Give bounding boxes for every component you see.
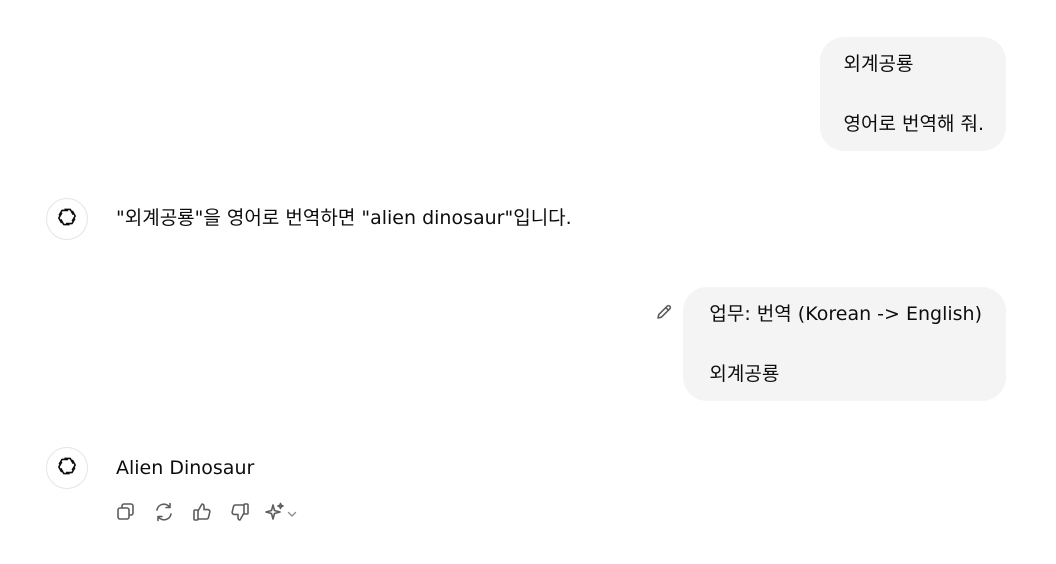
sparkle-icon <box>264 501 286 527</box>
assistant-avatar <box>46 447 88 489</box>
user-message-line: 영어로 번역해 줘. <box>843 113 984 135</box>
user-message-line: 외계공룡 <box>709 363 780 385</box>
user-message: 업무: 번역 (Korean -> English) 외계공룡 <box>683 287 1006 401</box>
chat-page: 외계공룡 영어로 번역해 줘. "외계공룡"을 영어로 번역하면 "alien … <box>0 0 1056 564</box>
message-spacer <box>844 79 984 109</box>
regenerate-button[interactable] <box>150 500 178 528</box>
user-message-line: 업무: 번역 (Korean -> English) <box>709 303 982 325</box>
copy-button[interactable] <box>112 500 140 528</box>
assistant-message: "외계공룡"을 영어로 번역하면 "alien dinosaur"입니다. <box>116 207 572 229</box>
user-message-line: 외계공룡 <box>843 53 914 75</box>
thumbs-down-icon <box>229 501 251 527</box>
assistant-avatar <box>46 198 88 240</box>
assistant-message: Alien Dinosaur <box>116 457 255 479</box>
user-message: 외계공룡 영어로 번역해 줘. <box>819 37 1006 151</box>
thumbs-up-icon <box>191 501 213 527</box>
message-actions <box>112 500 314 528</box>
message-spacer <box>709 329 982 359</box>
thumbs-up-button[interactable] <box>188 500 216 528</box>
chevron-down-icon <box>286 505 298 524</box>
openai-logo-icon <box>55 205 79 233</box>
pencil-icon <box>654 302 674 326</box>
thumbs-down-button[interactable] <box>226 500 254 528</box>
switch-model-button[interactable] <box>264 500 304 528</box>
edit-message-button[interactable] <box>652 302 676 326</box>
refresh-icon <box>153 501 175 527</box>
copy-icon <box>115 501 137 527</box>
openai-logo-icon <box>55 454 79 482</box>
